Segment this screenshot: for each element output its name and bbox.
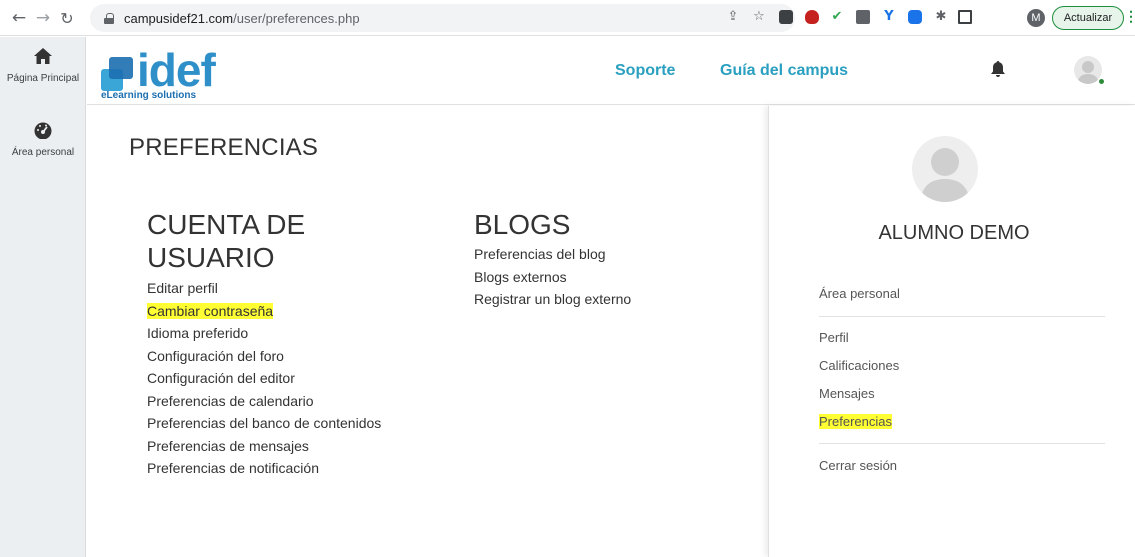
user-menu-drawer: ALUMNO DEMO Área personal Perfil Calific… (768, 106, 1135, 557)
browser-toolbar: ← → ↻ campusidef21.com/user/preferences.… (0, 0, 1135, 36)
divider (819, 316, 1105, 317)
logo-tagline: eLearning solutions (101, 90, 197, 101)
user-account-links: Editar perfil Cambiar contraseña Idioma … (147, 277, 447, 480)
editor-settings-link[interactable]: Configuración del editor (147, 370, 295, 386)
user-full-name: ALUMNO DEMO (878, 222, 1030, 244)
list-item[interactable]: Blogs externos (474, 266, 734, 289)
bookmark-star-icon[interactable]: ☆ (752, 10, 766, 24)
logo-square-dark (109, 57, 133, 79)
sidepanel-icon[interactable] (958, 10, 972, 24)
update-button[interactable]: Actualizar (1052, 6, 1124, 30)
page-title: PREFERENCIAS (129, 134, 319, 161)
main-content: PREFERENCIAS CUENTA DE USUARIO Editar pe… (87, 106, 767, 557)
forum-settings-link[interactable]: Configuración del foro (147, 348, 284, 364)
list-item[interactable]: Preferencias del blog (474, 243, 734, 266)
notification-preferences-link[interactable]: Preferencias de notificación (147, 460, 319, 476)
dashboard-icon (34, 122, 52, 140)
extension-icon[interactable] (779, 10, 793, 24)
preferred-language-link[interactable]: Idioma preferido (147, 325, 248, 341)
list-item[interactable]: Preferencias de mensajes (147, 435, 447, 458)
url-text: campusidef21.com/user/preferences.php (124, 10, 360, 26)
site-header: idef eLearning solutions Soporte Guía de… (87, 37, 1135, 105)
home-icon (34, 48, 52, 64)
user-silhouette-icon (1077, 61, 1099, 84)
list-item[interactable]: Idioma preferido (147, 322, 447, 345)
list-item[interactable]: Preferencias de calendario (147, 390, 447, 413)
kebab-menu-icon[interactable]: ⋮ (1124, 8, 1135, 25)
meet-extension-icon[interactable] (908, 10, 922, 24)
register-external-blog-link[interactable]: Registrar un blog externo (474, 291, 631, 307)
list-item[interactable]: Preferencias del banco de contenidos (147, 412, 447, 435)
online-status-dot (1099, 79, 1104, 84)
list-item[interactable]: Configuración del editor (147, 367, 447, 390)
divider (819, 443, 1105, 444)
profile-avatar[interactable]: M (1027, 9, 1045, 27)
external-blogs-link[interactable]: Blogs externos (474, 269, 567, 285)
share-icon[interactable]: ⇪ (726, 10, 740, 24)
back-arrow-icon[interactable]: ← (8, 7, 30, 29)
user-silhouette-icon (920, 148, 970, 202)
idef-logo[interactable]: idef eLearning solutions (101, 44, 231, 101)
content-bank-preferences-link[interactable]: Preferencias del banco de contenidos (147, 415, 381, 431)
user-account-section: CUENTA DE USUARIO Editar perfil Cambiar … (147, 208, 447, 480)
puzzle-icon[interactable]: ✱ (934, 10, 948, 24)
blogs-section: BLOGS Preferencias del blog Blogs extern… (474, 208, 734, 311)
sidebar-item-home[interactable]: Página Principal (0, 47, 86, 85)
section-title-line: CUENTA DE (147, 209, 306, 240)
logo-wordmark: idef (137, 44, 216, 96)
list-item[interactable]: Registrar un blog externo (474, 288, 734, 311)
list-item[interactable]: Editar perfil (147, 277, 447, 300)
drawer-avatar (912, 136, 978, 202)
sidebar-item-label: Área personal (11, 147, 75, 158)
list-item[interactable]: Preferencias de notificación (147, 457, 447, 480)
drawer-link-logout[interactable]: Cerrar sesión (819, 458, 897, 473)
section-title-user-account: CUENTA DE USUARIO (147, 208, 447, 274)
ublock-icon[interactable] (805, 10, 819, 24)
edit-profile-link[interactable]: Editar perfil (147, 280, 218, 296)
drawer-link-preferences[interactable]: Preferencias (819, 414, 892, 429)
message-preferences-link[interactable]: Preferencias de mensajes (147, 438, 309, 454)
change-password-link[interactable]: Cambiar contraseña (147, 302, 274, 319)
list-item[interactable]: Cambiar contraseña (147, 300, 447, 323)
section-title-blogs: BLOGS (474, 209, 571, 240)
forward-arrow-icon[interactable]: → (32, 7, 54, 29)
section-title-line: USUARIO (147, 242, 275, 273)
campus-guide-link[interactable]: Guía del campus (720, 62, 848, 80)
user-avatar[interactable] (1074, 56, 1102, 84)
extension-y-icon[interactable]: Y (882, 10, 896, 24)
calendar-preferences-link[interactable]: Preferencias de calendario (147, 393, 314, 409)
drawer-link-personal-area[interactable]: Área personal (819, 286, 900, 301)
support-link[interactable]: Soporte (615, 62, 675, 80)
extension-2-icon[interactable] (856, 10, 870, 24)
sidebar-item-personal-area[interactable]: Área personal (0, 121, 86, 159)
drawer-link-grades[interactable]: Calificaciones (819, 358, 899, 373)
lock-icon (104, 12, 114, 24)
address-bar[interactable]: campusidef21.com/user/preferences.php (90, 4, 795, 32)
drawer-link-preferences-label: Preferencias (819, 414, 892, 429)
check-extension-icon[interactable]: ✔ (830, 10, 844, 24)
sidebar-item-label: Página Principal (6, 73, 80, 84)
drawer-link-messages[interactable]: Mensajes (819, 386, 875, 401)
drawer-link-profile[interactable]: Perfil (819, 330, 849, 345)
bell-icon[interactable] (990, 60, 1006, 78)
list-item[interactable]: Configuración del foro (147, 345, 447, 368)
blog-preferences-link[interactable]: Preferencias del blog (474, 246, 606, 262)
reload-icon[interactable]: ↻ (56, 7, 78, 29)
blogs-links: Preferencias del blog Blogs externos Reg… (474, 243, 734, 311)
left-nav-drawer: Página Principal Área personal (0, 37, 86, 557)
